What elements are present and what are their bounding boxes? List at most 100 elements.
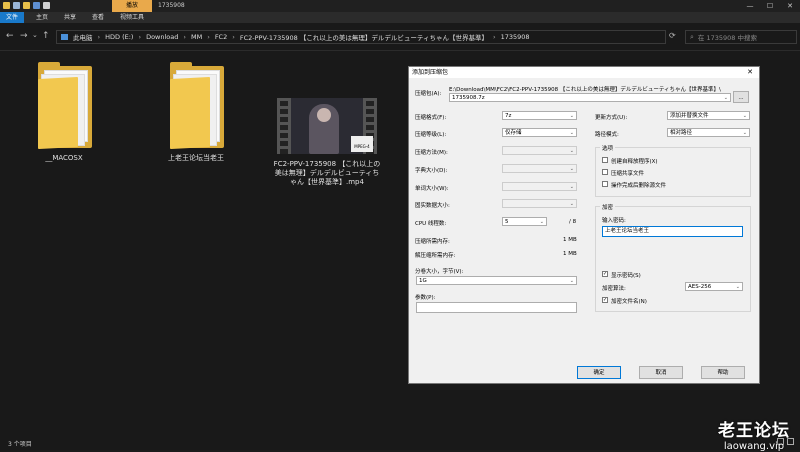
encryption-method-label: 加密算法: (602, 286, 626, 292)
help-button[interactable]: 帮助 (701, 366, 745, 379)
video-file-item[interactable]: MPEG-4 FC2-PPV-1735908 【これ以上の美は無理】デルデルビュ… (272, 58, 382, 187)
dictionary-select[interactable]: ⌄ (502, 164, 577, 173)
chevron-down-icon: ⌄ (742, 130, 747, 136)
password-input[interactable]: 上老王论坛当老王 (602, 226, 743, 237)
address-bar[interactable]: 此电脑 › HDD (E:) › Download › MM › FC2 › FC2-PP… (56, 30, 666, 44)
browse-button[interactable]: ... (733, 91, 749, 103)
solid-size-label: 固实数据大小: (415, 203, 450, 209)
options-title: 选项 (600, 144, 616, 152)
parameters-label: 参数(P): (415, 295, 436, 301)
watermark: 老王论坛 laowang.vip (718, 416, 790, 452)
encryption-method-select[interactable]: AES-256 ⌄ (685, 282, 743, 291)
chevron-down-icon: ⌄ (742, 113, 747, 119)
refresh-icon[interactable]: ⟳ (669, 31, 676, 40)
ribbon-tabs: 文件 主页 共享 查看 视频工具 (0, 12, 800, 23)
path-mode-value: 相对路径 (670, 130, 693, 136)
tab-file[interactable]: 文件 (0, 12, 24, 23)
shared-files-checkbox[interactable] (602, 169, 608, 175)
computer-icon (61, 34, 68, 40)
sfx-checkbox[interactable] (602, 157, 608, 163)
update-mode-label: 更新方式(U): (595, 115, 628, 121)
split-size-combo[interactable]: 1G ⌄ (416, 276, 577, 285)
context-tab-play[interactable]: 播放 (112, 0, 152, 12)
up-arrow-icon[interactable]: ↑ (42, 31, 50, 41)
clapperboard-icon: MPEG-4 (351, 136, 373, 152)
show-password-label: 显示密码(S) (611, 273, 641, 279)
path-mode-label: 路径模式: (595, 132, 619, 138)
chevron-down-icon: ⌄ (735, 284, 740, 290)
chevron-down-icon: ⌄ (569, 113, 574, 119)
status-item-count: 3 个项目 (8, 441, 32, 448)
properties-icon[interactable] (13, 2, 20, 9)
update-mode-select[interactable]: 添加并替换文件 ⌄ (667, 111, 750, 120)
folder-item-laowang[interactable]: 上老王论坛当老王 (146, 58, 246, 163)
search-input[interactable]: ⌕ 在 1735908 中搜索 (685, 30, 797, 44)
parameters-input[interactable] (416, 302, 577, 313)
show-password-checkbox[interactable]: ✓ (602, 271, 608, 277)
folder-item-macosx[interactable]: __MACOSX (14, 58, 114, 163)
solid-size-select[interactable]: ⌄ (502, 199, 577, 208)
path-mode-select[interactable]: 相对路径 ⌄ (667, 128, 750, 137)
update-mode-value: 添加并替换文件 (670, 113, 709, 119)
new-folder-icon[interactable] (23, 2, 30, 9)
file-name: __MACOSX (45, 154, 83, 162)
cpu-threads-label: CPU 线程数: (415, 221, 447, 227)
word-size-select[interactable]: ⌄ (502, 182, 577, 191)
tab-share[interactable]: 共享 (58, 12, 82, 23)
archive-name-combo[interactable]: 1735908.7z ⌄ (449, 93, 731, 102)
forward-arrow-icon[interactable]: → (20, 31, 28, 41)
chevron-down-icon: ⌄ (569, 166, 574, 172)
folder-icon (34, 58, 94, 150)
breadcrumb-item[interactable]: HDD (E:) (105, 33, 133, 41)
encryption-title: 加密 (600, 203, 616, 211)
back-arrow-icon[interactable]: ← (6, 31, 14, 41)
tab-home[interactable]: 主页 (30, 12, 54, 23)
encrypt-names-checkbox[interactable]: ✓ (602, 297, 608, 303)
undo-icon[interactable] (33, 2, 40, 9)
recent-chevron-icon[interactable]: ⌄ (32, 31, 38, 39)
breadcrumb-item[interactable]: MM (191, 33, 202, 41)
tab-view[interactable]: 查看 (86, 12, 110, 23)
split-size-label: 分卷大小，字节(V): (415, 269, 464, 275)
redo-icon[interactable] (43, 2, 50, 9)
chevron-down-icon: ⌄ (723, 95, 728, 101)
breadcrumb-item[interactable]: FC2 (215, 33, 227, 41)
ok-button[interactable]: 确定 (577, 366, 621, 379)
method-select[interactable]: ⌄ (502, 146, 577, 155)
method-label: 压缩方法(M): (415, 150, 448, 156)
close-button[interactable]: ✕ (780, 0, 800, 12)
folder-icon (166, 58, 226, 150)
chevron-down-icon: ⌄ (569, 278, 574, 284)
delete-after-checkbox[interactable] (602, 181, 608, 187)
window-title: 1735908 (158, 2, 185, 9)
tab-video-tools[interactable]: 视频工具 (114, 12, 150, 23)
search-placeholder: 在 1735908 中搜索 (697, 34, 758, 42)
close-icon[interactable]: ✕ (747, 67, 753, 78)
chevron-down-icon: ⌄ (569, 184, 574, 190)
maximize-button[interactable]: ☐ (760, 0, 780, 12)
breadcrumb-item[interactable]: 此电脑 (73, 32, 93, 42)
cpu-threads-select[interactable]: 5 ⌄ (502, 217, 547, 226)
level-value: 仅存储 (505, 130, 522, 136)
archive-path: E:\Download\MM\FC2\FC2-PPV-1735908 【これ以上… (449, 87, 721, 93)
folder-icon[interactable] (3, 2, 10, 9)
watermark-url: laowang.vip (723, 441, 785, 452)
dictionary-label: 字典大小(D): (415, 168, 448, 174)
split-size-value: 1G (419, 278, 427, 284)
navigation-bar: ← → ⌄ ↑ 此电脑 › HDD (E:) › Download › MM › FC2… (0, 23, 800, 51)
decompress-memory-value: 1 MB (563, 251, 577, 257)
format-select[interactable]: 7z ⌄ (502, 111, 577, 120)
encrypt-names-label: 加密文件名(N) (611, 299, 647, 305)
breadcrumb-item[interactable]: Download (146, 33, 178, 41)
level-select[interactable]: 仅存储 ⌄ (502, 128, 577, 137)
archive-name-value: 1735908.7z (452, 95, 485, 101)
search-icon: ⌕ (690, 32, 694, 41)
breadcrumb-item[interactable]: 1735908 (501, 33, 530, 41)
quick-access-toolbar (3, 2, 50, 9)
cancel-button[interactable]: 取消 (639, 366, 683, 379)
cpu-threads-value: 5 (505, 219, 509, 225)
chevron-down-icon: ⌄ (569, 148, 574, 154)
minimize-button[interactable]: — (740, 0, 760, 12)
breadcrumb-item[interactable]: FC2-PPV-1735908 【これ以上の美は無理】デルデルビューティちゃん【… (240, 32, 488, 42)
format-label: 压缩格式(F): (415, 115, 447, 121)
